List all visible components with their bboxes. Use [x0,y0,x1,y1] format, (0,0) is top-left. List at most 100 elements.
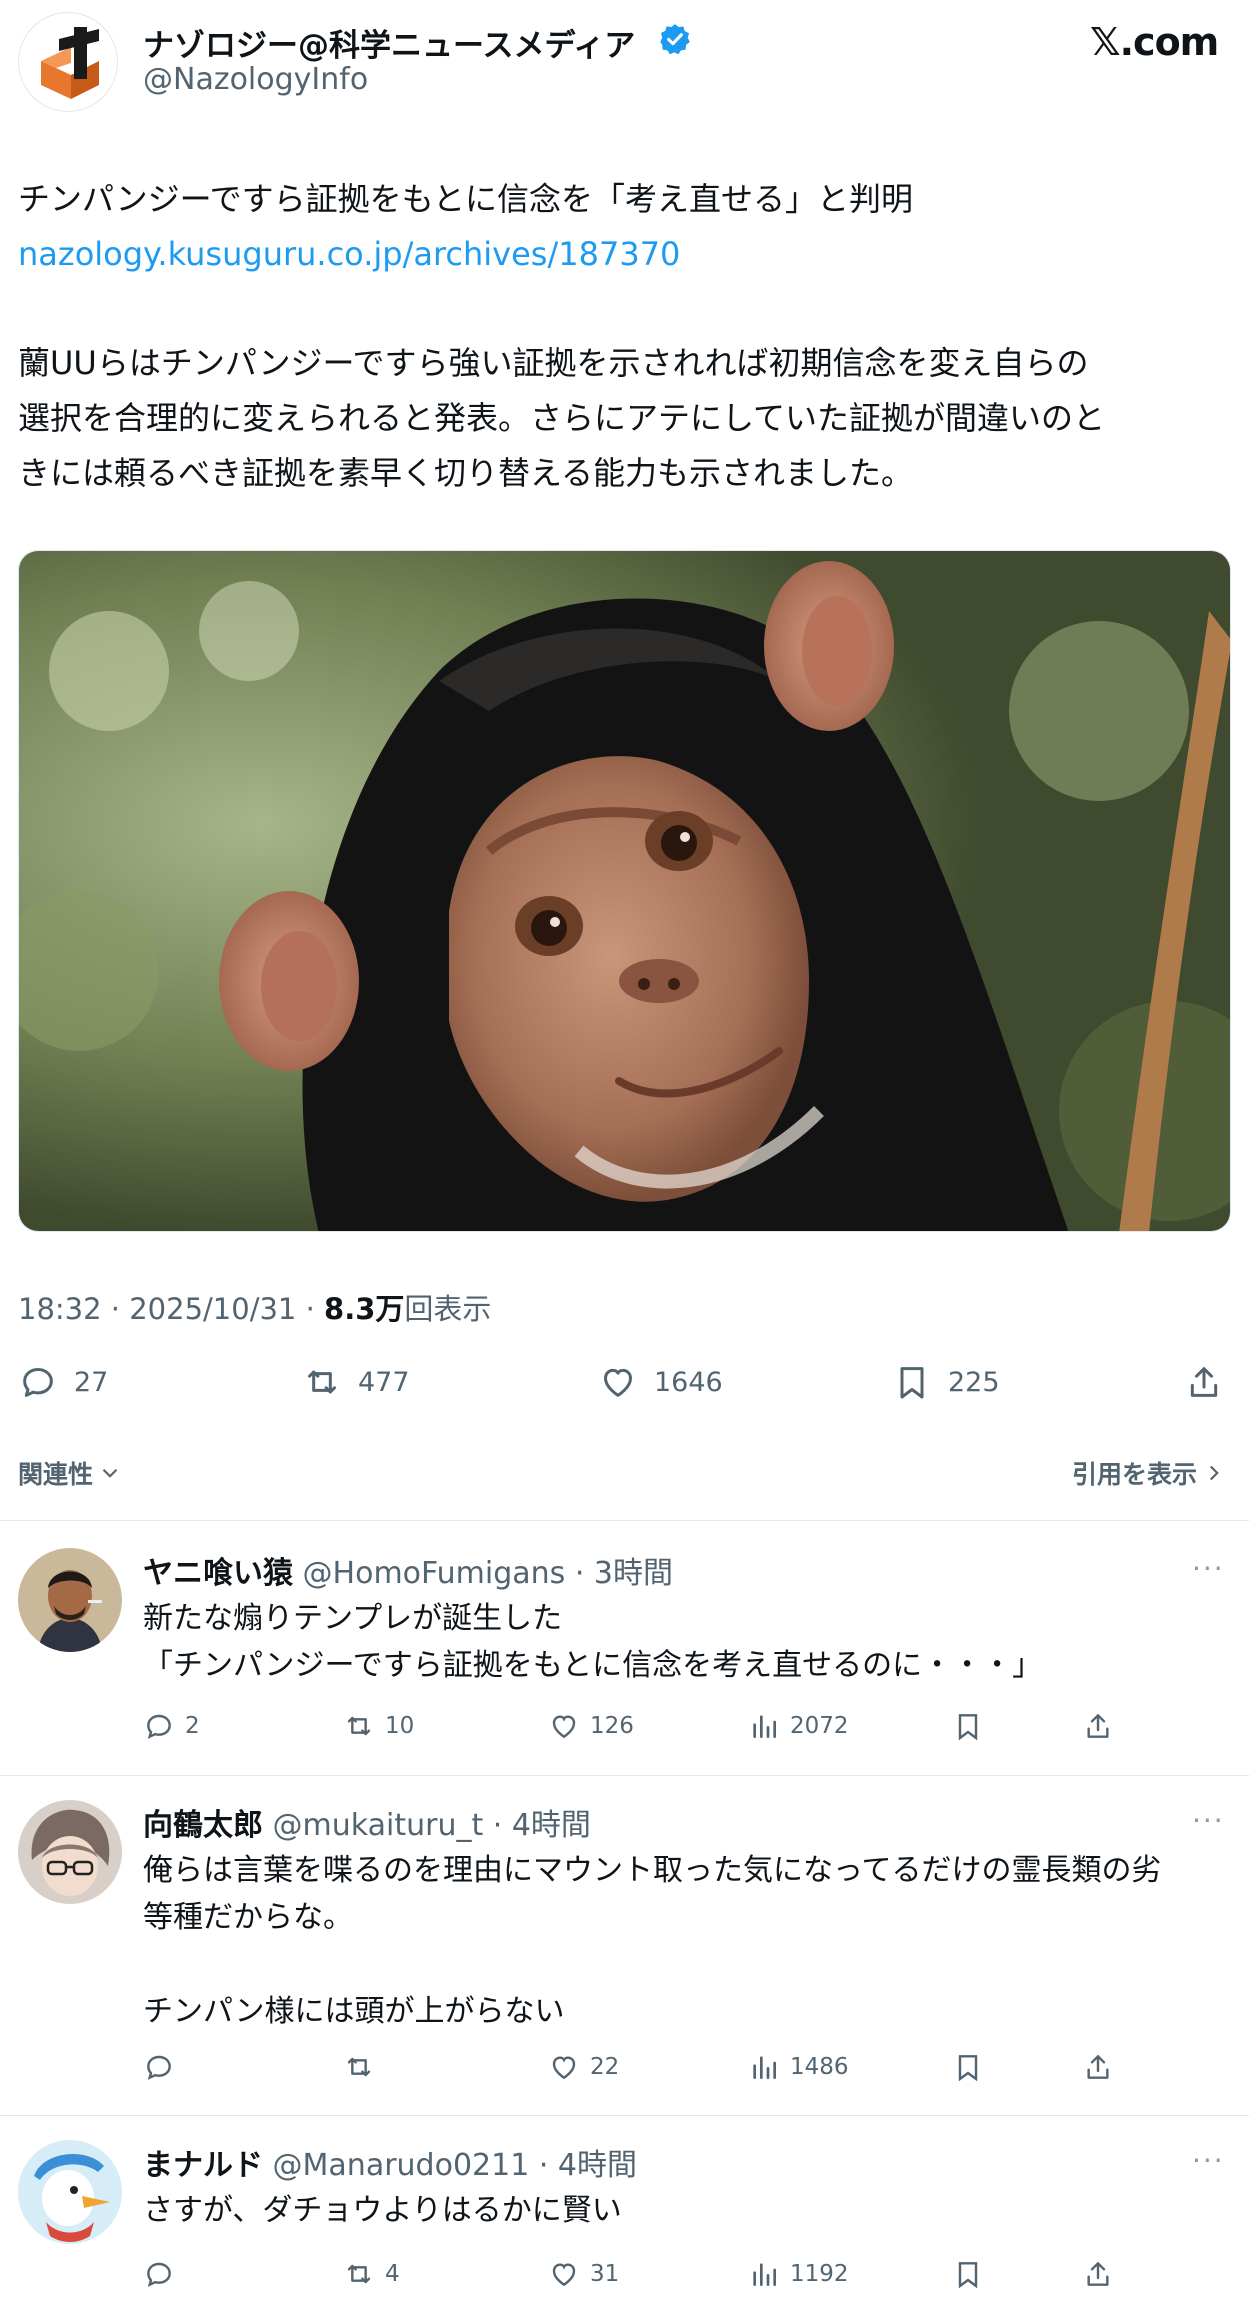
bookmark-button[interactable] [952,1710,994,1742]
reply-button[interactable]: 2 [143,1710,200,1742]
reply-text-line: チンパン様には頭が上がらない [143,1994,565,2029]
retweet-button[interactable] [343,2051,385,2083]
tweet-body-line: 蘭UUらはチンパンジーですら強い証拠を示されれば初期信念を変え自らの [18,344,1089,382]
heart-icon [552,2263,576,2287]
retweet-icon [347,2057,371,2077]
chevron-down-icon [102,1468,118,1478]
bookmark-count: 225 [948,1366,1000,1398]
more-options-icon[interactable]: ··· [1192,2144,1225,2177]
views-button[interactable]: 1192 [748,2258,849,2290]
bookmark-icon [958,2262,978,2289]
like-count: 1646 [654,1366,723,1398]
chevron-right-icon [1209,1465,1219,1481]
share-icon [1087,2055,1109,2079]
divider [0,1520,1249,1521]
share-button[interactable] [1184,1360,1240,1404]
tweet-body-line: 選択を合理的に変えられると発表。さらにアテにしていた証拠が間違いのと [18,399,1106,437]
divider [0,2115,1249,2116]
retweet-button[interactable]: 4 [343,2258,400,2290]
heart-icon [552,2056,576,2080]
like-count: 22 [590,2054,620,2080]
divider [0,1775,1249,1776]
retweet-count: 477 [358,1366,410,1398]
view-count: 1192 [790,2261,849,2287]
reply-text-line: 新たな煽りテンプレが誕生した [143,1601,563,1636]
view-count: 8.3万 [324,1292,405,1326]
reply-text-line: 俺らは言葉を喋るのを理由にマウント取った気になってるだけの霊長類の劣 [143,1853,1162,1888]
view-suffix: 回表示 [404,1292,492,1326]
view-count: 2072 [790,1713,849,1739]
comment-icon [147,1714,171,1739]
share-icon [1087,1714,1109,1738]
retweet-button[interactable]: 477 [302,1360,410,1404]
bookmark-button[interactable] [952,2051,994,2083]
reply-handle-time[interactable]: @Manarudo0211 · 4時間 [263,2148,637,2183]
reply-header: まナルド @Manarudo0211 · 4時間 [143,2140,637,2184]
reply-author-name[interactable]: まナルド [143,2148,263,2183]
share-button[interactable] [1082,2051,1124,2083]
sort-dropdown[interactable]: 関連性 [18,1455,123,1491]
tweet-body-line: きには頼るべき証拠を素早く切り替える能力も示されました。 [18,454,914,492]
bookmark-icon [958,1714,978,1741]
share-button[interactable] [1082,1710,1124,1742]
reply-count: 27 [74,1366,109,1398]
sort-label: 関連性 [18,1460,94,1489]
retweet-button[interactable]: 10 [343,1710,414,1742]
reply-author-name[interactable]: 向鶴太郎 [143,1808,263,1843]
share-icon [1087,2262,1109,2286]
comment-icon [147,2055,171,2080]
reply-handle-time[interactable]: @HomoFumigans · 3時間 [293,1556,673,1591]
like-button[interactable]: 31 [548,2258,619,2290]
comment-icon [147,2262,171,2287]
views-button[interactable]: 1486 [748,2051,849,2083]
bookmark-icon [900,1367,924,1399]
reply-text-line: 等種だからな。 [143,1900,353,1935]
views-icon [753,2263,776,2286]
display-name[interactable]: ナゾロジー@科学ニュースメディア [143,20,635,65]
bookmark-button[interactable]: 225 [892,1360,1000,1404]
reply-handle-time[interactable]: @mukaituru_t · 4時間 [263,1808,591,1843]
share-button[interactable] [1082,2258,1124,2290]
more-options-icon[interactable]: ··· [1192,1552,1225,1585]
heart-icon [552,1715,576,1739]
views-button[interactable]: 2072 [748,1710,849,1742]
reply-button[interactable] [143,2051,185,2083]
reply-button[interactable] [143,2258,185,2290]
like-button[interactable]: 126 [548,1710,634,1742]
like-count: 126 [590,1713,634,1739]
reply-header: 向鶴太郎 @mukaituru_t · 4時間 [143,1800,591,1844]
like-button[interactable]: 22 [548,2051,619,2083]
like-button[interactable]: 1646 [598,1360,723,1404]
view-count: 1486 [790,2054,849,2080]
retweet-count: 4 [385,2261,400,2287]
bookmark-button[interactable] [952,2258,994,2290]
reply-avatar[interactable] [18,1800,122,1904]
tweet-link[interactable]: nazology.kusuguru.co.jp/archives/187370 [18,227,680,282]
retweet-icon [347,2264,371,2284]
reply-avatar[interactable] [18,1548,122,1652]
view-quotes-link[interactable]: 引用を表示 [1072,1455,1227,1491]
handle[interactable]: @NazologyInfo [143,62,368,97]
reply-button[interactable]: 27 [18,1360,108,1404]
reply-avatar[interactable] [18,2140,122,2244]
tweet-meta: 18:32 · 2025/10/31 · 8.3万回表示 [18,1286,491,1328]
retweet-icon [347,1716,371,1736]
quotes-label: 引用を表示 [1071,1460,1197,1489]
reply-count: 2 [185,1713,200,1739]
comment-icon [23,1368,53,1397]
views-icon [753,2056,776,2079]
more-options-icon[interactable]: ··· [1192,1804,1225,1837]
account-avatar[interactable] [18,12,118,112]
nazology-logo [41,27,99,99]
like-count: 31 [590,2261,620,2287]
share-icon [1190,1367,1218,1397]
retweet-count: 10 [385,1713,415,1739]
reply-author-name[interactable]: ヤニ喰い猿 [143,1556,293,1591]
x-brand-logo: 𝕏.com [1090,20,1219,64]
retweet-icon [308,1370,336,1394]
tweet-image[interactable] [18,550,1231,1232]
bookmark-icon [958,2055,978,2082]
heart-icon [604,1368,632,1397]
tweet-timestamp[interactable]: 18:32 · 2025/10/31 · [18,1292,324,1326]
reply-text-line: 「チンパンジーですら証拠をもとに信念を考え直せるのに・・・」 [143,1648,1043,1683]
